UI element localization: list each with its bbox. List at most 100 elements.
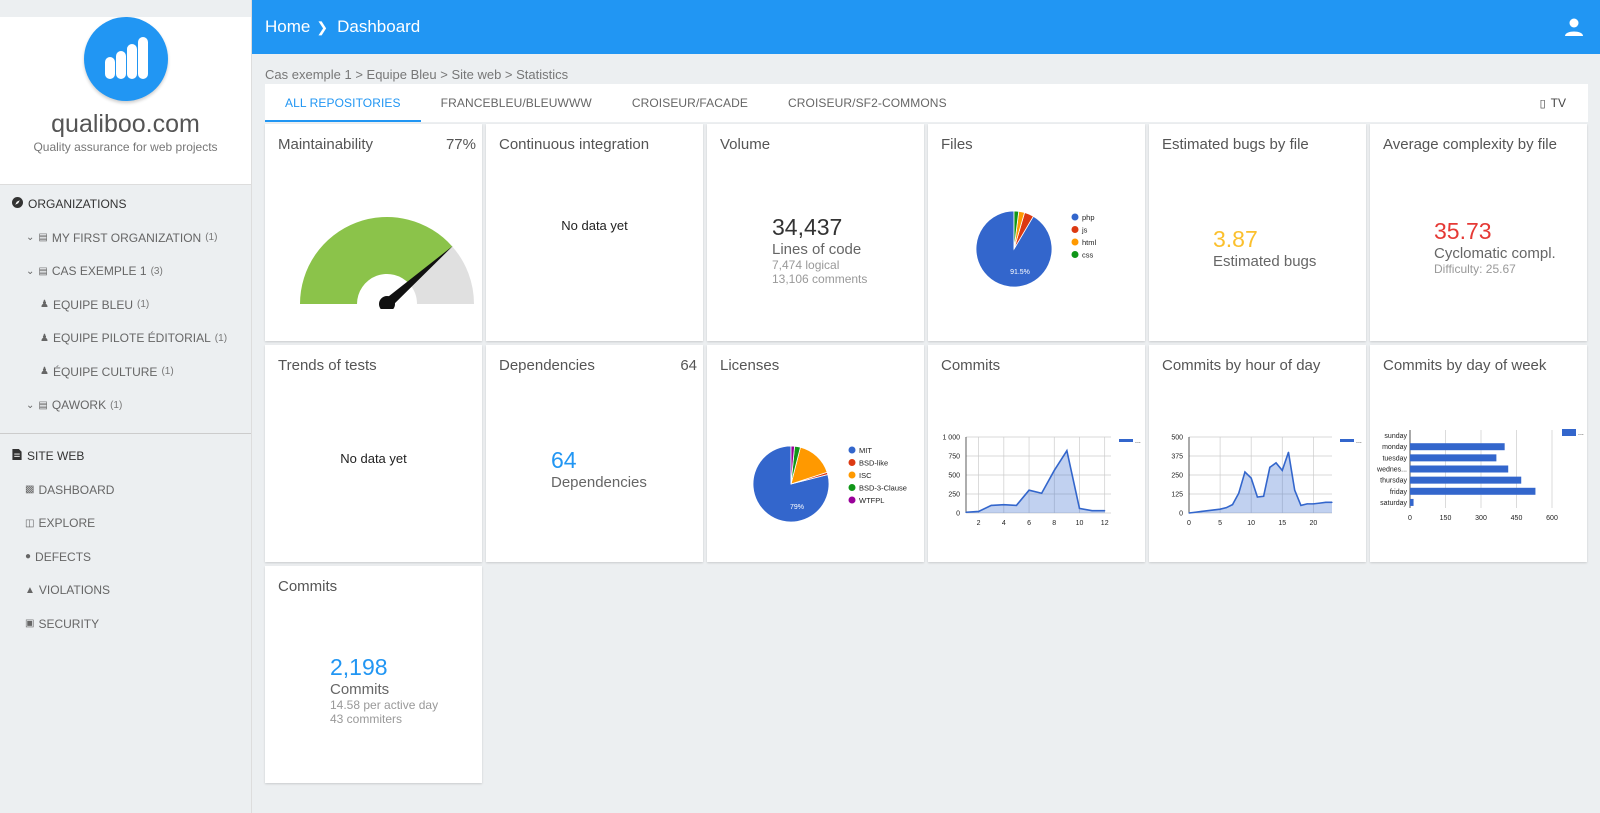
- breadcrumb-home[interactable]: Home: [265, 17, 310, 37]
- sidebar-item-explore[interactable]: ◫ EXPLORE: [0, 507, 251, 541]
- tab-repository[interactable]: FRANCEBLEU/BLEUWWW: [421, 84, 612, 122]
- data-point: [1263, 495, 1265, 497]
- volume-label: Lines of code: [772, 241, 862, 258]
- sidebar-team-item[interactable]: ♟ EQUIPE BLEU (1): [0, 288, 251, 322]
- data-point: [1213, 509, 1215, 511]
- data-point: [1287, 451, 1290, 453]
- data-point: [1312, 503, 1314, 505]
- card-title: Commits by hour of day: [1162, 357, 1321, 374]
- data-point: [1225, 507, 1227, 509]
- bar-saturday: [1410, 498, 1414, 506]
- x-tick-label: 150: [1440, 515, 1452, 522]
- data-point: [1188, 512, 1190, 514]
- sidebar-org-item[interactable]: ⌄ ▤ CAS EXEMPLE 1 (3): [0, 255, 251, 289]
- y-tick-label: friday: [1390, 489, 1408, 496]
- complexity-label: Cyclomatic compl.: [1434, 245, 1556, 262]
- y-tick-label: 375: [1171, 454, 1183, 461]
- building-icon: ▤: [38, 265, 48, 277]
- sidebar-org-label: QAWORK: [51, 398, 107, 413]
- x-tick-label: 0: [1187, 520, 1191, 527]
- compass-icon: [12, 197, 23, 211]
- y-tick-label: 750: [948, 454, 960, 461]
- tab-all-repositories[interactable]: ALL REPOSITORIES: [265, 84, 421, 122]
- card-title: Volume: [720, 136, 771, 153]
- user-icon[interactable]: [1564, 17, 1584, 37]
- complexity-number: 35.73: [1434, 218, 1492, 244]
- data-point: [1219, 508, 1221, 510]
- y-tick-label: wednes...: [1376, 467, 1407, 474]
- area-fill: [966, 450, 1105, 513]
- legend-swatch: [848, 484, 856, 491]
- sidebar-team-item[interactable]: ♟ EQUIPE PILOTE ÉDITORIAL (1): [0, 322, 251, 356]
- card-dependencies: Dependencies 64 64 Dependencies: [486, 345, 703, 562]
- x-tick-label: 0: [1408, 515, 1412, 522]
- data-point: [1231, 504, 1234, 506]
- sidebar-item-violations[interactable]: ▲ VIOLATIONS: [0, 574, 251, 608]
- bugs-number: 3.87: [1213, 226, 1258, 252]
- data-point: [1028, 489, 1030, 491]
- sidebar-section-site[interactable]: SITE WEB: [0, 439, 251, 473]
- sidebar-org-count: (1): [110, 399, 123, 411]
- group-icon: ♟: [40, 332, 49, 344]
- data-point: [1091, 510, 1093, 512]
- data-point: [1318, 502, 1321, 504]
- data-point: [1244, 471, 1246, 473]
- chevron-down-icon: ⌄: [26, 232, 35, 244]
- tab-repository[interactable]: CROISEUR/SF2-COMMONS: [768, 84, 967, 122]
- dashboard-icon: ▩: [25, 484, 35, 496]
- sidebar-item-defects[interactable]: ● DEFECTS: [0, 540, 251, 574]
- x-tick-label: 10: [1247, 520, 1255, 527]
- card-continuous-integration: Continuous integration No data yet: [486, 124, 703, 341]
- sidebar-org-item[interactable]: ⌄ ▤ MY FIRST ORGANIZATION (1): [0, 221, 251, 255]
- sidebar-team-label: EQUIPE PILOTE ÉDITORIAL: [52, 331, 211, 346]
- sidebar-section-label: SITE WEB: [27, 449, 85, 463]
- x-tick-label: 10: [1076, 520, 1084, 527]
- sidebar-team-item[interactable]: ♟ ÉQUIPE CULTURE (1): [0, 355, 251, 389]
- y-tick-label: 250: [948, 492, 960, 499]
- card-licenses: Licenses 79% MIT BSD-like ISC BSD-3-Clause WT…: [707, 345, 924, 562]
- data-point: [1078, 507, 1081, 510]
- sidebar-team-count: (1): [137, 299, 150, 311]
- card-commits-by-hour: Commits by hour of day 0 125 250 375 500 0 5 10…: [1149, 345, 1366, 562]
- data-point: [1053, 469, 1055, 472]
- sidebar-item-label: SECURITY: [38, 616, 100, 631]
- legend-label: MIT: [859, 446, 872, 455]
- y-tick-label: 250: [1171, 473, 1183, 480]
- tv-button[interactable]: ▯ TV: [1540, 84, 1588, 122]
- x-tick-label: 8: [1052, 520, 1056, 527]
- card-title: Dependencies: [499, 357, 595, 374]
- card-volume: Volume 34,437 Lines of code 7,474 logica…: [707, 124, 924, 341]
- sidebar-section-organizations[interactable]: ORGANIZATIONS: [0, 187, 251, 221]
- legend-swatch: [1119, 439, 1133, 442]
- data-point: [1194, 511, 1196, 513]
- legend-swatch: [1071, 213, 1079, 221]
- volume-number: 34,437: [772, 214, 843, 240]
- legend-swatch: [848, 496, 856, 504]
- commits-per-day: 14.58 per active day: [330, 698, 439, 712]
- data-point: [990, 504, 992, 506]
- sidebar-org-item[interactable]: ⌄ ▤ QAWORK (1): [0, 389, 251, 423]
- data-point: [1003, 504, 1005, 506]
- card-title: Licenses: [720, 357, 780, 374]
- bar-friday: [1410, 487, 1536, 495]
- legend-swatch: [848, 459, 856, 466]
- data-point: [1207, 510, 1209, 512]
- brand: qualiboo.com Quality assurance for web p…: [0, 17, 251, 185]
- licenses-pie-chart: 79% MIT BSD-like ISC BSD-3-Clause WTFPL: [752, 445, 907, 523]
- data-point: [1104, 510, 1106, 512]
- sidebar-team-label: ÉQUIPE CULTURE: [52, 364, 158, 379]
- tab-repository[interactable]: CROISEUR/FACADE: [612, 84, 768, 122]
- card-commits: Commits 2,198 Commits 14.58 per active d…: [265, 566, 482, 783]
- sidebar-item-label: DEFECTS: [35, 549, 92, 564]
- sidebar-item-dashboard[interactable]: ▩ DASHBOARD: [0, 473, 251, 507]
- bar-tuesday: [1410, 454, 1497, 462]
- data-point: [1256, 496, 1258, 498]
- legend-label: BSD-3-Clause: [859, 484, 907, 493]
- warning-icon: ▲: [25, 584, 35, 596]
- card-title: Continuous integration: [499, 136, 650, 153]
- x-tick-label: 300: [1475, 515, 1487, 522]
- logo[interactable]: [83, 17, 168, 101]
- bar-monday: [1410, 443, 1505, 451]
- sidebar-item-security[interactable]: ▣ SECURITY: [0, 607, 251, 641]
- sidebar-divider: [0, 433, 251, 434]
